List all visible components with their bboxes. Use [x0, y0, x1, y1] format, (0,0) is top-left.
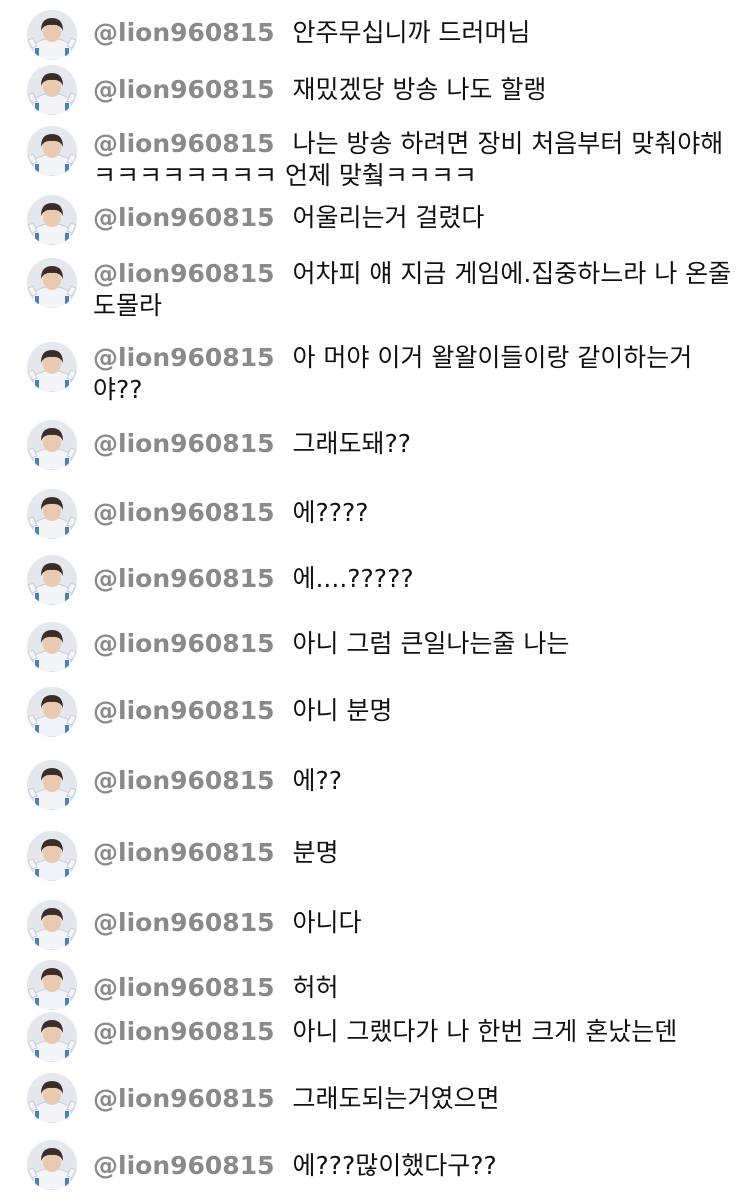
avatar[interactable] [27, 342, 77, 392]
comment-username[interactable]: @lion960815 [93, 203, 274, 232]
avatar-image [27, 831, 77, 881]
avatar[interactable] [27, 1073, 77, 1123]
avatar[interactable] [27, 622, 77, 672]
avatar-image [27, 555, 77, 605]
avatar-image [27, 900, 77, 950]
avatar-image [27, 687, 77, 737]
avatar-image [27, 760, 77, 810]
avatar-image [27, 420, 77, 470]
comment-username[interactable]: @lion960815 [93, 908, 274, 937]
comment-username[interactable]: @lion960815 [93, 129, 274, 158]
comment-text: 그래도돼?? [292, 429, 412, 458]
comment-username[interactable]: @lion960815 [93, 343, 274, 372]
comment-text: 아니 그럼 큰일나는줄 나는 [292, 629, 570, 658]
comment-username[interactable]: @lion960815 [93, 766, 274, 795]
avatar-image [27, 489, 77, 539]
avatar[interactable] [27, 1140, 77, 1190]
comment-text: 아니다 [292, 908, 362, 937]
comment-username[interactable]: @lion960815 [93, 18, 274, 47]
avatar-image [27, 10, 77, 60]
avatar[interactable] [27, 65, 77, 115]
avatar-image [27, 1073, 77, 1123]
comment-text: 안주무십니까 드러머님 [292, 18, 531, 47]
avatar-image [27, 195, 77, 245]
avatar-image [27, 1012, 77, 1062]
comment-text: 분명 [292, 838, 339, 867]
comment-username[interactable]: @lion960815 [93, 259, 274, 288]
avatar-image [27, 960, 77, 1010]
comment-username[interactable]: @lion960815 [93, 1151, 274, 1180]
comment-text: 에???많이했다구?? [292, 1151, 497, 1180]
comment-username[interactable]: @lion960815 [93, 1017, 274, 1046]
comment-username[interactable]: @lion960815 [93, 838, 274, 867]
avatar-image [27, 1140, 77, 1190]
comment-username[interactable]: @lion960815 [93, 1084, 274, 1113]
comment-username[interactable]: @lion960815 [93, 629, 274, 658]
avatar[interactable] [27, 687, 77, 737]
comment-text: 에....????? [292, 564, 414, 593]
avatar[interactable] [27, 831, 77, 881]
comment-username[interactable]: @lion960815 [93, 75, 274, 104]
avatar-image [27, 65, 77, 115]
avatar-image [27, 258, 77, 308]
comment-username[interactable]: @lion960815 [93, 696, 274, 725]
avatar-image [27, 622, 77, 672]
comment-username[interactable]: @lion960815 [93, 498, 274, 527]
comment-username[interactable]: @lion960815 [93, 973, 274, 1002]
comment-username[interactable]: @lion960815 [93, 564, 274, 593]
comment-text: 어울리는거 걸렸다 [292, 203, 485, 232]
avatar[interactable] [27, 420, 77, 470]
comment-text: 아니 그랬다가 나 한번 크게 혼났는덴 [292, 1017, 678, 1046]
avatar[interactable] [27, 489, 77, 539]
avatar[interactable] [27, 10, 77, 60]
avatar[interactable] [27, 195, 77, 245]
avatar[interactable] [27, 960, 77, 1010]
avatar[interactable] [27, 760, 77, 810]
comment-text: 허허 [292, 973, 339, 1002]
avatar-image [27, 126, 77, 176]
comment-text: 에???? [292, 498, 369, 527]
comment-text: 에?? [292, 766, 343, 795]
avatar[interactable] [27, 126, 77, 176]
avatar-image [27, 342, 77, 392]
avatar[interactable] [27, 1012, 77, 1062]
avatar[interactable] [27, 900, 77, 950]
avatar[interactable] [27, 258, 77, 308]
comment-text: 아니 분명 [292, 696, 393, 725]
comment-text: 재밌겠당 방송 나도 할랭 [292, 75, 547, 104]
comment-username[interactable]: @lion960815 [93, 429, 274, 458]
avatar[interactable] [27, 555, 77, 605]
comment-text: 그래도되는거였으면 [292, 1084, 500, 1113]
